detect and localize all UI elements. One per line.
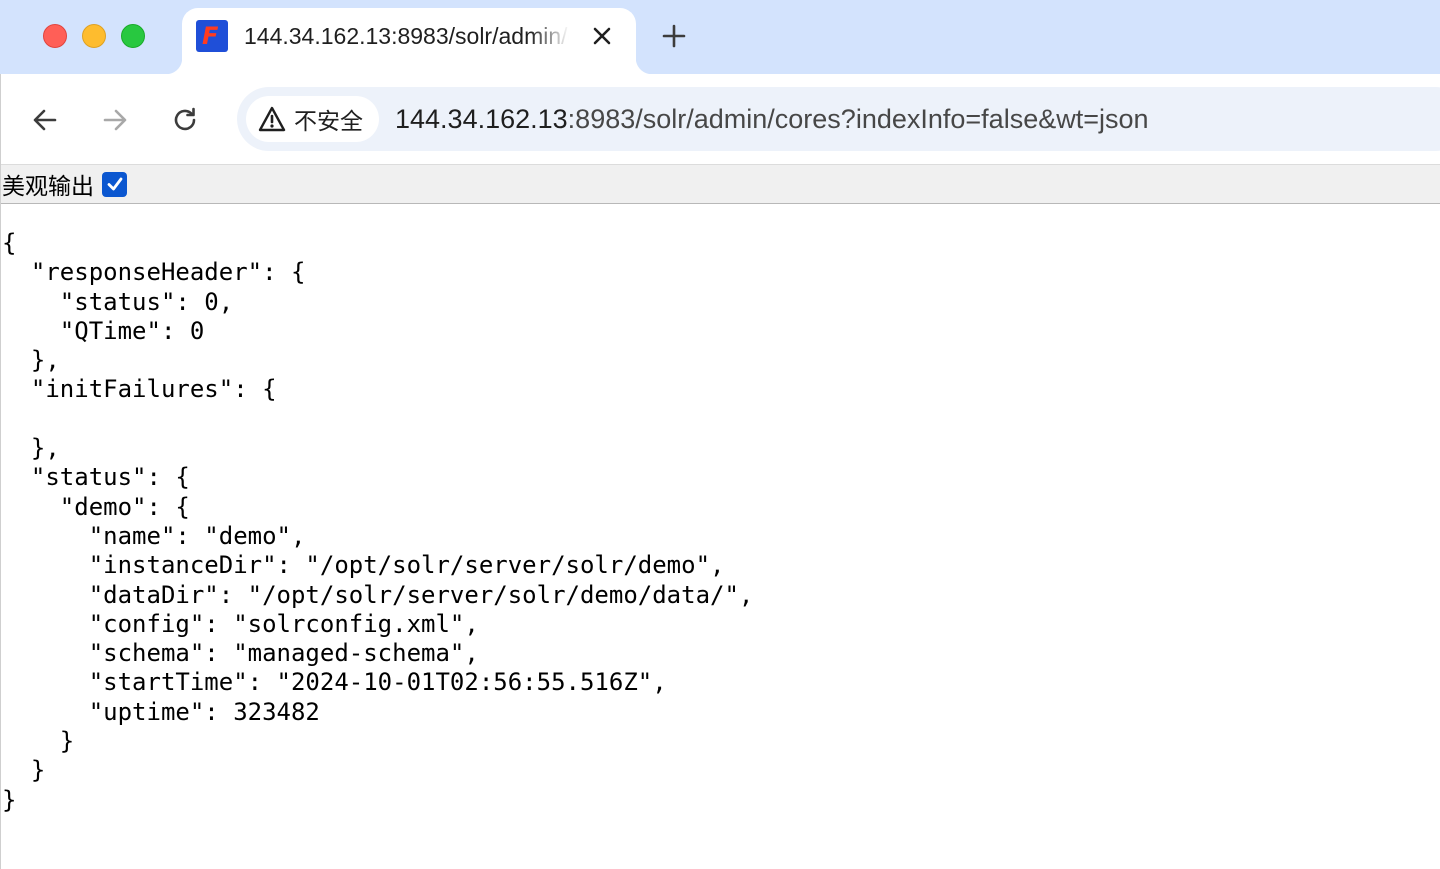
json-line: "QTime": 0 <box>2 316 205 345</box>
arrow-right-icon <box>103 109 127 131</box>
close-icon <box>593 27 611 45</box>
json-line: "instanceDir": "/opt/solr/server/solr/de… <box>2 551 725 580</box>
json-line: "name": "demo", <box>2 521 306 550</box>
json-line: } <box>2 756 46 785</box>
window-close-button[interactable] <box>43 24 67 48</box>
reload-button[interactable] <box>163 98 207 142</box>
json-line: "config": "solrconfig.xml", <box>2 609 479 638</box>
json-line: "status": 0, <box>2 287 234 316</box>
checkmark-icon <box>107 177 122 191</box>
url-host: 144.34.162.13 <box>395 104 568 134</box>
window-zoom-button[interactable] <box>121 24 145 48</box>
tab-title: 144.34.162.13:8983/solr/admin/cores?inde… <box>244 23 569 49</box>
pretty-print-label: 美观输出 <box>2 174 94 200</box>
json-line: "demo": { <box>2 492 190 521</box>
warning-icon <box>258 106 286 132</box>
json-response-body: { "responseHeader": { "status": 0, "QTim… <box>2 229 753 815</box>
pretty-print-checkbox[interactable] <box>102 171 127 197</box>
pretty-print-bar: 美观输出 <box>0 165 1440 204</box>
browser-toolbar: 不安全 144.34.162.13:8983/solr/admin/cores?… <box>0 74 1440 165</box>
tab-close-button[interactable] <box>586 20 618 52</box>
active-tab[interactable]: F 144.34.162.13:8983/solr/admin/cores?in… <box>166 8 652 74</box>
address-bar[interactable]: 不安全 144.34.162.13:8983/solr/admin/cores?… <box>237 87 1440 151</box>
json-line: "status": { <box>2 463 190 492</box>
reload-icon <box>174 107 196 131</box>
json-line: } <box>2 727 75 756</box>
json-line: "schema": "managed-schema", <box>2 639 479 668</box>
json-line: } <box>2 785 17 814</box>
new-tab-button[interactable] <box>656 18 692 54</box>
window-left-edge <box>0 74 1 869</box>
security-chip[interactable]: 不安全 <box>246 96 379 142</box>
window-minimize-button[interactable] <box>82 24 106 48</box>
tab-strip: F 144.34.162.13:8983/solr/admin/cores?in… <box>0 0 1440 74</box>
back-button[interactable] <box>23 98 67 142</box>
arrow-left-icon <box>33 109 57 131</box>
json-line: }, <box>2 346 60 375</box>
json-line: }, <box>2 434 60 463</box>
json-line: "dataDir": "/opt/solr/server/solr/demo/d… <box>2 580 754 609</box>
json-line: { <box>2 229 17 257</box>
json-line: "startTime": "2024-10-01T02:56:55.516Z", <box>2 668 667 697</box>
url-path: :8983/solr/admin/cores?indexInfo=false&w… <box>567 104 1149 134</box>
forward-button[interactable] <box>93 98 137 142</box>
url-text[interactable]: 144.34.162.13:8983/solr/admin/cores?inde… <box>395 103 1149 135</box>
plus-icon <box>662 24 686 48</box>
json-line: "uptime": 323482 <box>2 697 320 726</box>
json-line: "initFailures": { <box>2 375 277 404</box>
security-label: 不安全 <box>294 109 363 135</box>
solr-favicon-icon: F <box>196 20 228 52</box>
json-line: "responseHeader": { <box>2 258 306 287</box>
